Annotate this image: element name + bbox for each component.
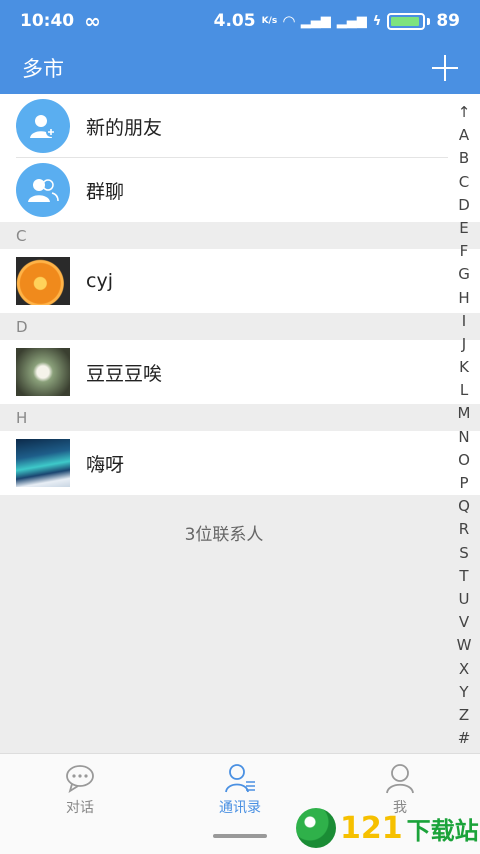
- watermark: 121 下载站: [296, 808, 479, 848]
- signal-icon-2: ▂▄▆: [336, 13, 367, 29]
- nav-contacts-label: 通讯录: [219, 800, 261, 816]
- alphabet-letter[interactable]: Q: [458, 495, 470, 518]
- new-friend-icon: [16, 99, 70, 153]
- alphabet-letter[interactable]: F: [460, 240, 469, 263]
- page-title: 多市: [22, 57, 64, 81]
- section-header-h: H: [0, 404, 480, 431]
- contact-name: 嗨呀: [86, 453, 125, 476]
- alphabet-letter[interactable]: R: [459, 518, 469, 541]
- contact-list: 新的朋友 群聊 C cyj D 豆豆豆唉 H 嗨呀: [0, 94, 480, 495]
- add-button[interactable]: [432, 55, 458, 81]
- contact-avatar: [16, 439, 70, 487]
- alphabet-letter[interactable]: S: [459, 542, 469, 565]
- alphabet-letter[interactable]: G: [458, 263, 470, 286]
- alphabet-letter[interactable]: T: [459, 565, 468, 588]
- alphabet-letter[interactable]: U: [459, 588, 470, 611]
- net-unit: K/s: [261, 16, 278, 26]
- contacts-icon: [225, 764, 255, 793]
- group-chat-row[interactable]: 群聊: [0, 158, 480, 222]
- alphabet-letter[interactable]: O: [458, 449, 470, 472]
- alphabet-letter[interactable]: P: [459, 472, 468, 495]
- watermark-number: 121: [340, 810, 403, 846]
- alphabet-letter[interactable]: E: [459, 217, 468, 240]
- chat-icon: [66, 765, 94, 794]
- alphabet-letter[interactable]: V: [459, 611, 469, 634]
- watermark-logo-icon: [296, 808, 336, 848]
- watermark-text: 下载站: [406, 816, 479, 845]
- profile-icon: [386, 764, 414, 794]
- new-friends-label: 新的朋友: [86, 116, 163, 139]
- alphabet-letter[interactable]: H: [458, 287, 469, 310]
- alphabet-letter[interactable]: L: [460, 379, 468, 402]
- wifi-icon: ◠: [283, 12, 295, 30]
- contact-count: 3位联系人: [184, 525, 264, 545]
- alphabet-letter[interactable]: W: [457, 634, 472, 657]
- new-friends-row[interactable]: 新的朋友: [0, 94, 480, 158]
- alphabet-letter[interactable]: I: [462, 310, 466, 333]
- alphabet-letter[interactable]: D: [458, 194, 470, 217]
- contact-row-cyj[interactable]: cyj: [0, 249, 480, 313]
- contact-row-doudou[interactable]: 豆豆豆唉: [0, 340, 480, 404]
- contact-avatar: [16, 348, 70, 396]
- alphabet-letter[interactable]: Z: [459, 704, 469, 727]
- alphabet-letter[interactable]: ↑: [458, 101, 471, 124]
- signal-icon: ▂▄▆: [300, 13, 331, 29]
- net-speed: 4.05: [213, 11, 256, 31]
- charging-icon: ϟ: [372, 13, 382, 29]
- nav-chat[interactable]: 对话: [0, 754, 160, 854]
- battery-icon: [387, 12, 426, 30]
- contact-avatar: [16, 257, 70, 305]
- infinity-icon: ∞: [84, 9, 101, 33]
- alphabet-index[interactable]: ↑ A B C D E F G H I J K L M N O P Q R S T U V W X Y Z #: [456, 101, 472, 750]
- battery-level: 89: [436, 11, 460, 31]
- alphabet-letter[interactable]: C: [459, 171, 469, 194]
- alphabet-letter[interactable]: M: [458, 402, 471, 425]
- alphabet-letter[interactable]: X: [459, 658, 469, 681]
- alphabet-letter[interactable]: B: [459, 147, 469, 170]
- group-chat-label: 群聊: [86, 180, 125, 203]
- nav-chat-label: 对话: [66, 800, 94, 816]
- alphabet-letter[interactable]: A: [459, 124, 469, 147]
- alphabet-letter[interactable]: K: [459, 356, 469, 379]
- group-chat-icon: [16, 163, 70, 217]
- app-bar: 多市: [0, 42, 480, 94]
- home-indicator[interactable]: [213, 834, 267, 838]
- section-header-d: D: [0, 313, 480, 340]
- contact-row-haiya[interactable]: 嗨呀: [0, 431, 480, 495]
- status-time: 10:40: [20, 11, 75, 31]
- alphabet-letter[interactable]: #: [458, 727, 471, 750]
- alphabet-letter[interactable]: J: [462, 333, 466, 356]
- status-bar: 10:40 ∞ 4.05 K/s ◠ ▂▄▆ ▂▄▆ ϟ 89: [0, 0, 480, 42]
- battery-tip: [427, 17, 431, 25]
- alphabet-letter[interactable]: Y: [459, 681, 468, 704]
- alphabet-letter[interactable]: N: [458, 426, 469, 449]
- section-header-c: C: [0, 222, 480, 249]
- contact-name: 豆豆豆唉: [86, 362, 163, 385]
- contact-name: cyj: [86, 270, 113, 292]
